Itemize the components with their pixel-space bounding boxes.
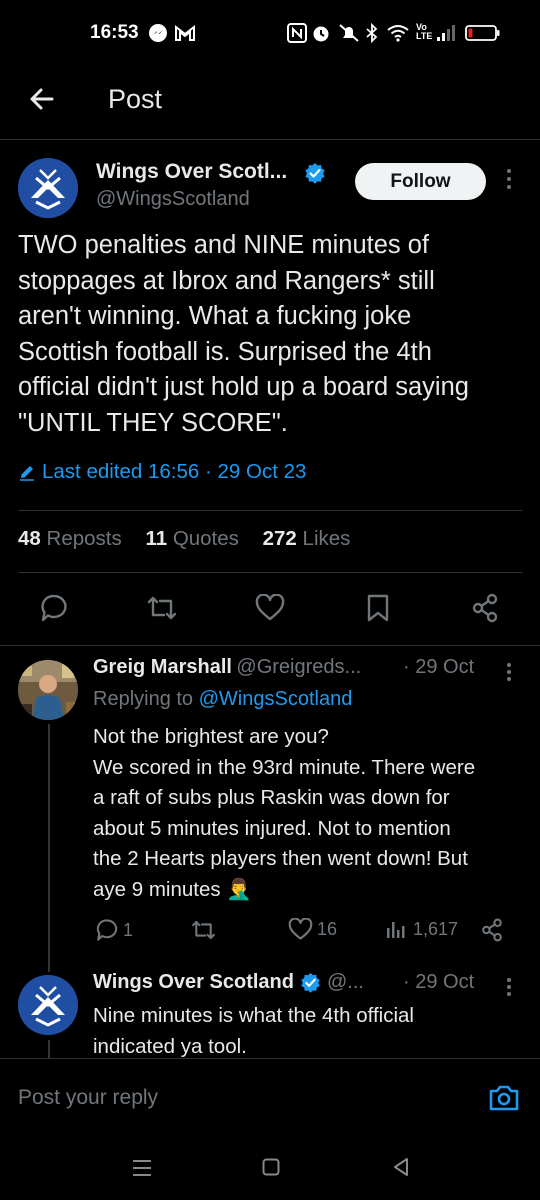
engagement-stats: 48 Reposts 11 Quotes 272 Likes bbox=[18, 527, 350, 551]
reply-input[interactable]: Post your reply bbox=[18, 1086, 158, 1110]
reply-author-handle[interactable]: @Greigreds... bbox=[236, 656, 361, 678]
tweet-text-line: official didn't just hold up a board say… bbox=[18, 373, 469, 401]
messenger-icon bbox=[148, 23, 168, 43]
reply-text-line: about 5 minutes injured. Not to mention bbox=[93, 816, 451, 840]
wifi-icon bbox=[386, 23, 410, 43]
more-options-icon[interactable] bbox=[505, 168, 513, 190]
reply-header: Wings Over Scotland @... bbox=[93, 971, 364, 994]
reply-author-avatar[interactable] bbox=[18, 660, 78, 720]
divider bbox=[18, 510, 522, 511]
reply-author-name[interactable]: Wings Over Scotland bbox=[93, 971, 294, 994]
status-time: 16:53 bbox=[90, 22, 139, 43]
reply-author-handle[interactable]: @... bbox=[327, 971, 364, 994]
reply-text-line: aye 9 minutes 🤦‍♂️ bbox=[93, 877, 252, 901]
tweet-text-line: TWO penalties and NINE minutes of bbox=[18, 231, 430, 259]
bookmark-icon[interactable] bbox=[364, 593, 394, 623]
author-avatar[interactable] bbox=[18, 158, 78, 218]
reply-share-icon[interactable] bbox=[480, 918, 504, 942]
reply-text-line: Not the brightest are you? bbox=[93, 725, 329, 748]
status-bar: 16:53 Vo LTE bbox=[0, 0, 540, 66]
replying-to-link[interactable]: @WingsScotland bbox=[199, 688, 353, 710]
tweet-text-line: stoppages at Ibrox and Rangers* still bbox=[18, 266, 435, 295]
thread-line bbox=[48, 1040, 50, 1058]
page-title: Post bbox=[108, 84, 163, 114]
back-arrow-icon[interactable] bbox=[26, 83, 58, 115]
reply-like-button[interactable]: 16 bbox=[288, 918, 337, 941]
reply-more-options-icon[interactable] bbox=[505, 977, 513, 997]
view-count: 1,617 bbox=[413, 918, 459, 939]
tweet-body: TWO penalties and NINE minutes of stoppa… bbox=[18, 228, 528, 441]
reply-author-name[interactable]: Greig Marshall bbox=[93, 656, 232, 678]
thread-line bbox=[48, 724, 50, 972]
reply-text-line: We scored in the 93rd minute. There were bbox=[93, 755, 476, 779]
replying-to: Replying to @WingsScotland bbox=[93, 688, 353, 710]
recents-menu-icon[interactable] bbox=[132, 1158, 152, 1178]
battery-icon bbox=[465, 23, 501, 43]
reply-author-avatar[interactable] bbox=[18, 975, 78, 1035]
network-type-label: Vo LTE bbox=[416, 22, 433, 41]
author-name[interactable]: Wings Over Scotl... bbox=[96, 160, 287, 184]
reply-header: Greig Marshall @Greigreds... bbox=[93, 656, 361, 679]
reply-date: · 29 Oct bbox=[403, 971, 475, 993]
divider bbox=[18, 572, 522, 573]
like-heart-icon bbox=[288, 918, 313, 941]
reply-icon[interactable] bbox=[39, 593, 69, 623]
reply-text-line: a raft of subs plus Raskin was down for bbox=[93, 786, 450, 809]
verified-badge-icon bbox=[300, 972, 321, 993]
signal-icon bbox=[436, 23, 460, 43]
back-triangle-icon[interactable] bbox=[392, 1157, 410, 1177]
quotes-stat[interactable]: 11 Quotes bbox=[145, 527, 238, 550]
repost-icon[interactable] bbox=[146, 593, 177, 623]
reply-text: Nine minutes is what the 4th official in… bbox=[93, 1001, 533, 1062]
tweet-text-line: aren't winning. What a fucking joke bbox=[18, 302, 412, 330]
camera-icon[interactable] bbox=[488, 1083, 520, 1113]
tweet-text-line: Scottish football is. Surprised the 4th bbox=[18, 337, 432, 366]
edit-pencil-icon bbox=[18, 463, 36, 481]
follow-button[interactable]: Follow bbox=[355, 163, 486, 200]
repost-icon bbox=[190, 918, 217, 942]
divider bbox=[0, 645, 540, 646]
reply-count: 1 bbox=[123, 919, 134, 940]
edit-history-text: Last edited 16:56 · 29 Oct 23 bbox=[42, 460, 307, 483]
top-app-bar: Post bbox=[0, 66, 540, 140]
like-count: 16 bbox=[317, 919, 338, 939]
reply-text-line: Nine minutes is what the 4th official bbox=[93, 1004, 414, 1027]
views-chart-icon bbox=[385, 918, 407, 940]
home-square-icon[interactable] bbox=[262, 1158, 280, 1176]
reply-repost-button[interactable] bbox=[190, 918, 217, 942]
tweet-text-line: "UNTIL THEY SCORE". bbox=[18, 408, 288, 437]
system-nav-bar bbox=[0, 1136, 540, 1200]
gmail-icon bbox=[174, 23, 196, 43]
reply-date: · 29 Oct bbox=[403, 656, 475, 678]
bluetooth-icon bbox=[365, 23, 379, 43]
reply-text-line: the 2 Hearts players then went down! But bbox=[93, 847, 468, 870]
author-handle[interactable]: @WingsScotland bbox=[96, 188, 250, 211]
reposts-stat[interactable]: 48 Reposts bbox=[18, 527, 122, 550]
edit-history-link[interactable]: Last edited 16:56 · 29 Oct 23 bbox=[18, 460, 306, 484]
reply-icon bbox=[95, 918, 119, 942]
alarm-icon bbox=[311, 23, 331, 43]
verified-badge-icon bbox=[304, 162, 326, 184]
likes-stat[interactable]: 272 Likes bbox=[263, 527, 351, 550]
reply-more-options-icon[interactable] bbox=[505, 662, 513, 682]
reply-views-button[interactable]: 1,617 bbox=[385, 918, 458, 940]
mute-icon bbox=[338, 23, 360, 43]
like-heart-icon[interactable] bbox=[255, 594, 285, 624]
reply-composer[interactable]: Post your reply bbox=[0, 1058, 540, 1136]
share-icon[interactable] bbox=[470, 593, 500, 623]
reply-reply-button[interactable]: 1 bbox=[95, 918, 133, 942]
nfc-icon bbox=[287, 23, 307, 43]
reply-text: Not the brightest are you? We scored in … bbox=[93, 722, 533, 905]
